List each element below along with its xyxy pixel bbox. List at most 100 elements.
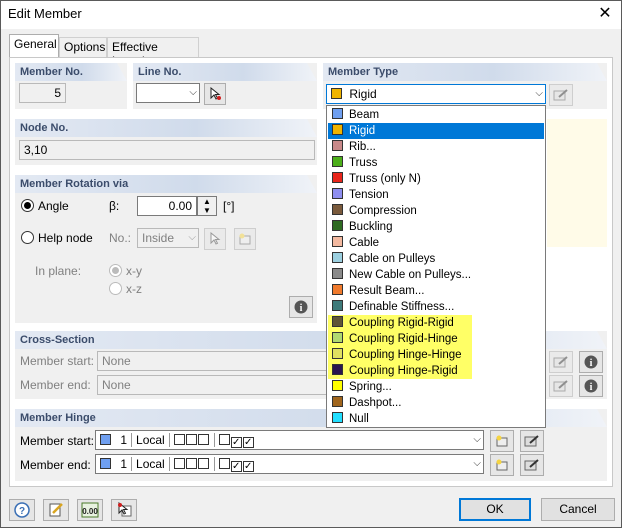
line-no-select[interactable]: ⌵	[136, 83, 200, 103]
color-swatch	[332, 156, 343, 167]
member-type-option[interactable]: Rigid	[328, 123, 544, 139]
cancel-button[interactable]: Cancel	[541, 498, 615, 521]
option-label: Coupling Hinge-Rigid	[349, 365, 458, 377]
beta-unit: [°]	[223, 199, 235, 213]
pick-pointer-icon	[210, 232, 221, 245]
member-type-option[interactable]: Spring...	[328, 379, 392, 395]
color-swatch	[332, 348, 343, 359]
color-swatch	[332, 316, 343, 327]
color-swatch	[332, 140, 343, 151]
edit-icon	[524, 435, 539, 447]
hinge-end-edit-button[interactable]	[520, 454, 544, 476]
member-type-option[interactable]: Truss (only N)	[328, 171, 421, 187]
member-preview-area	[547, 119, 607, 247]
rotation-label: Member Rotation via	[15, 175, 317, 193]
tab-effective-lengths[interactable]: Effective Lengths	[107, 37, 199, 68]
xy-radio[interactable]	[109, 264, 122, 277]
new-item-icon	[239, 233, 251, 245]
beta-input[interactable]: 0.00	[137, 196, 197, 216]
member-type-option[interactable]: Buckling	[328, 219, 392, 235]
help-button[interactable]: ?	[9, 499, 35, 521]
no-label: No.:	[109, 231, 132, 245]
chevron-down-icon: ⌵	[188, 232, 196, 243]
node-no-field[interactable]: 3,10	[19, 140, 315, 160]
hinge-start-select[interactable]: 1 Local ✓ ✓ ⌵	[95, 430, 484, 450]
member-no-field[interactable]: 5	[19, 83, 66, 103]
new-help-node-button[interactable]	[234, 228, 256, 250]
hinge-end-label: Member end:	[20, 458, 91, 472]
xz-label: x-z	[126, 282, 142, 296]
cs-end-edit-button[interactable]	[549, 375, 573, 397]
hinge-start-edit-button[interactable]	[520, 430, 544, 452]
color-swatch	[332, 188, 343, 199]
pick-member-button[interactable]	[111, 499, 137, 521]
member-type-option[interactable]: Definable Stiffness...	[328, 299, 454, 315]
option-label: Definable Stiffness...	[349, 301, 455, 313]
svg-text:0.00: 0.00	[82, 507, 98, 516]
tab-general[interactable]: General	[9, 34, 59, 58]
chevron-down-icon: ⌵	[473, 434, 481, 445]
option-label: Truss	[349, 157, 378, 169]
hinge-start-new-button[interactable]	[490, 430, 514, 452]
inside-select[interactable]: Inside ⌵	[137, 228, 199, 248]
cs-end-info-button[interactable]: i	[579, 375, 603, 397]
edit-member-type-button[interactable]	[549, 84, 573, 106]
angle-radio[interactable]	[21, 199, 34, 212]
inside-value: Inside	[142, 231, 175, 245]
info-icon: i	[584, 355, 598, 369]
xz-radio[interactable]	[109, 282, 122, 295]
color-swatch	[332, 268, 343, 279]
cs-start-select[interactable]: None	[97, 351, 327, 371]
info-button[interactable]: i	[289, 296, 313, 318]
member-type-option[interactable]: Rib...	[328, 139, 376, 155]
color-swatch	[332, 332, 343, 343]
member-type-option[interactable]: Truss	[328, 155, 377, 171]
member-type-option[interactable]: Coupling Rigid-Rigid	[328, 315, 472, 331]
member-type-option[interactable]: Beam	[328, 107, 379, 123]
hinge-start-type: Local	[136, 433, 165, 447]
spin-up-icon[interactable]: ▲	[198, 197, 216, 206]
hinge-start-num: 1	[120, 433, 128, 447]
number-format-button[interactable]: 0.00	[77, 499, 103, 521]
help-node-radio[interactable]	[21, 231, 34, 244]
member-type-select[interactable]: Rigid ⌵	[326, 84, 546, 104]
member-type-option[interactable]: Cable on Pulleys	[328, 251, 435, 267]
member-type-option[interactable]: Coupling Rigid-Hinge	[328, 331, 472, 347]
cs-end-select[interactable]: None	[97, 375, 327, 395]
close-button[interactable]: ✕	[591, 3, 619, 25]
member-type-option[interactable]: New Cable on Pulleys...	[328, 267, 471, 283]
color-swatch	[332, 172, 343, 183]
member-type-option[interactable]: Tension	[328, 187, 389, 203]
member-type-dropdown-list[interactable]: Beam Rigid Rib... Truss Truss (only N) Tensio…	[326, 105, 546, 428]
cs-start-info-button[interactable]: i	[579, 351, 603, 373]
option-label: Null	[349, 413, 369, 425]
member-type-option[interactable]: Result Beam...	[328, 283, 424, 299]
tab-options[interactable]: Options	[59, 37, 107, 57]
member-type-option[interactable]: Null	[328, 411, 369, 427]
member-type-option[interactable]: Coupling Hinge-Rigid	[328, 363, 472, 379]
color-swatch	[332, 380, 343, 391]
cs-start-edit-button[interactable]	[549, 351, 573, 373]
member-type-option[interactable]: Compression	[328, 203, 417, 219]
svg-text:i: i	[590, 382, 593, 393]
color-swatch	[332, 284, 343, 295]
option-label: Compression	[349, 205, 417, 217]
spin-down-icon[interactable]: ▼	[198, 206, 216, 215]
option-label: Spring...	[349, 381, 392, 393]
ok-button[interactable]: OK	[459, 498, 531, 521]
hinge-end-select[interactable]: 1 Local ✓ ✓ ⌵	[95, 454, 484, 474]
pick-help-node-button[interactable]	[204, 228, 226, 250]
pick-line-button[interactable]	[204, 83, 226, 105]
hinge-end-type: Local	[136, 457, 165, 471]
member-type-swatch	[331, 88, 342, 99]
option-label: Beam	[349, 109, 380, 121]
help-node-label: Help node	[38, 231, 93, 245]
beta-spinner[interactable]: ▲ ▼	[197, 196, 217, 216]
hinge-start-label: Member start:	[20, 434, 95, 448]
member-type-option[interactable]: Coupling Hinge-Hinge	[328, 347, 472, 363]
hinge-start-swatch	[100, 434, 111, 445]
comment-button[interactable]	[43, 499, 69, 521]
member-type-option[interactable]: Dashpot...	[328, 395, 401, 411]
member-type-option[interactable]: Cable	[328, 235, 379, 251]
hinge-end-new-button[interactable]	[490, 454, 514, 476]
